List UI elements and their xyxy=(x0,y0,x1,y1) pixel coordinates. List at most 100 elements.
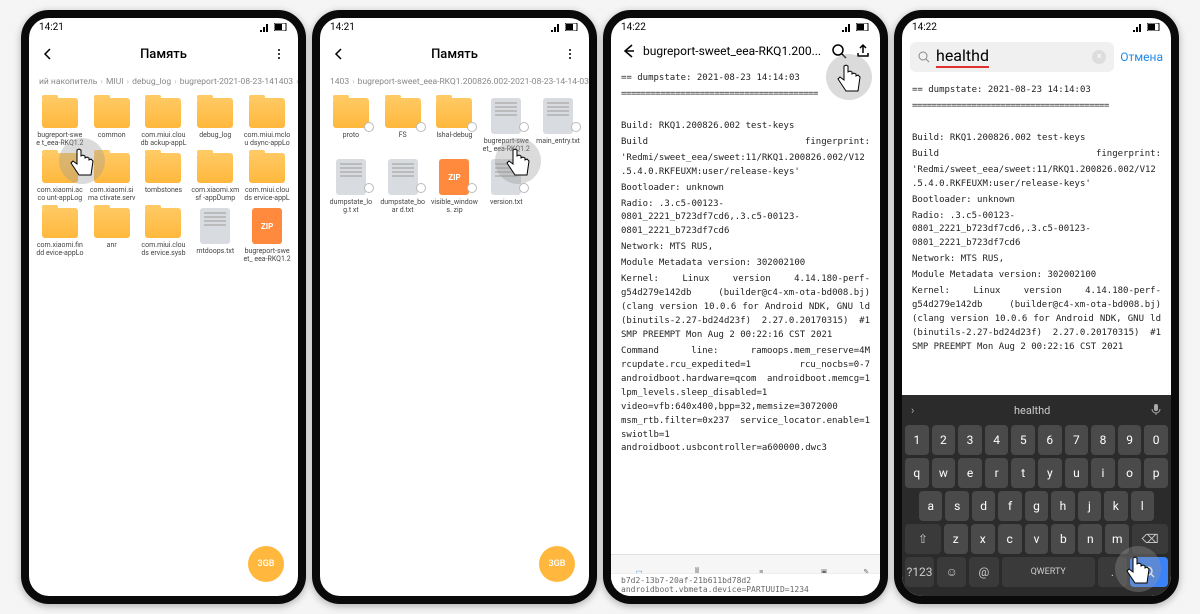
key[interactable]: e xyxy=(958,458,982,488)
key[interactable]: 7 xyxy=(1065,425,1089,455)
search-key[interactable] xyxy=(1130,557,1168,587)
key[interactable]: k xyxy=(1104,491,1127,521)
search-input[interactable]: healthd xyxy=(936,46,989,68)
status-bar: 14:21 xyxy=(29,18,298,36)
key[interactable]: a xyxy=(919,491,942,521)
key[interactable]: m xyxy=(1105,524,1129,554)
select-radio[interactable] xyxy=(519,122,529,132)
key[interactable]: @ xyxy=(969,557,998,587)
file-item[interactable]: ZIPvisible_windows. zip xyxy=(430,159,480,214)
more-icon[interactable] xyxy=(270,45,288,63)
key[interactable]: 9 xyxy=(1118,425,1142,455)
mic-icon[interactable] xyxy=(1150,403,1162,418)
file-item[interactable]: dumpstate_log.t xt xyxy=(326,159,376,214)
key[interactable]: 4 xyxy=(985,425,1009,455)
share-icon[interactable] xyxy=(854,42,872,60)
file-item[interactable]: dumpstate_boar d.txt xyxy=(378,159,428,214)
breadcrumb[interactable]: 1403› bugreport-sweet_eea-RKQ1.200826.00… xyxy=(320,72,589,92)
key[interactable]: . xyxy=(1098,557,1127,587)
fab-storage[interactable]: 3GB xyxy=(539,546,575,582)
item-label: com.xiaomi.sima ctivate.service-a xyxy=(88,186,136,202)
select-radio[interactable] xyxy=(467,183,477,193)
key[interactable]: ☺ xyxy=(937,557,966,587)
key[interactable]: j xyxy=(1078,491,1101,521)
folder-item[interactable]: common xyxy=(87,98,137,147)
backspace-key[interactable]: ⌫ xyxy=(1132,524,1168,554)
page-title: Память xyxy=(348,47,561,62)
key[interactable]: b xyxy=(1051,524,1075,554)
file-item[interactable]: ZIPbugreport-sweet_ eea-RKQ1.20082 xyxy=(242,208,292,263)
select-radio[interactable] xyxy=(364,183,374,193)
txt-icon xyxy=(336,159,366,195)
folder-item[interactable]: com.miui.clouds ervice-appLog xyxy=(242,153,292,202)
key[interactable]: 1 xyxy=(905,425,929,455)
folder-item[interactable]: com.xiaomi.acco unt-appLog xyxy=(35,153,85,202)
key[interactable]: c xyxy=(998,524,1022,554)
folder-item[interactable]: lshal-debug xyxy=(430,98,480,153)
item-label: com.miui.clouds ervice.sysbase-a xyxy=(139,241,187,257)
select-radio[interactable] xyxy=(571,122,581,132)
file-item[interactable]: version.txt xyxy=(481,159,531,214)
back-icon[interactable] xyxy=(330,45,348,63)
cancel-link[interactable]: Отмена xyxy=(1120,50,1163,64)
folder-item[interactable]: com.xiaomi.xmsf -appDump xyxy=(190,153,240,202)
back-icon[interactable] xyxy=(39,45,57,63)
suggestion[interactable]: healthd xyxy=(914,404,1150,417)
key[interactable]: 8 xyxy=(1091,425,1115,455)
fab-storage[interactable]: 3GB xyxy=(248,546,284,582)
file-item[interactable]: mtdoops.txt xyxy=(190,208,240,263)
select-radio[interactable] xyxy=(519,183,529,193)
key[interactable]: i xyxy=(1091,458,1115,488)
key[interactable]: v xyxy=(1025,524,1049,554)
key[interactable]: 0 xyxy=(1144,425,1168,455)
folder-item[interactable]: com.miui.mclou dsync-appLog xyxy=(242,98,292,147)
breadcrumb[interactable]: ий накопитель› MIUI› debug_log› bugrepor… xyxy=(29,72,298,92)
folder-item[interactable]: anr xyxy=(87,208,137,263)
folder-item[interactable]: com.miui.clouds ervice.sysbase-a xyxy=(139,208,189,263)
key[interactable]: o xyxy=(1118,458,1142,488)
key[interactable]: n xyxy=(1078,524,1102,554)
key[interactable]: u xyxy=(1065,458,1089,488)
key[interactable]: r xyxy=(985,458,1009,488)
space-key[interactable]: QWERTY xyxy=(1002,557,1095,587)
folder-icon xyxy=(333,98,369,128)
key[interactable]: 5 xyxy=(1011,425,1035,455)
search-icon[interactable] xyxy=(830,42,848,60)
key[interactable]: q xyxy=(905,458,929,488)
select-radio[interactable] xyxy=(416,122,426,132)
key[interactable]: z xyxy=(944,524,968,554)
select-radio[interactable] xyxy=(416,183,426,193)
item-label: version.txt xyxy=(482,198,530,206)
folder-item[interactable]: FS xyxy=(378,98,428,153)
key[interactable]: h xyxy=(1051,491,1074,521)
clear-icon[interactable]: × xyxy=(1092,50,1106,64)
folder-item[interactable]: tombstones xyxy=(139,153,189,202)
key[interactable]: p xyxy=(1144,458,1168,488)
folder-item[interactable]: com.xiaomi.findd evice-appLog xyxy=(35,208,85,263)
key[interactable]: d xyxy=(972,491,995,521)
key[interactable]: x xyxy=(971,524,995,554)
key[interactable]: 6 xyxy=(1038,425,1062,455)
key[interactable]: y xyxy=(1038,458,1062,488)
shift-key[interactable]: ⇧ xyxy=(905,524,941,554)
key[interactable]: ?123 xyxy=(905,557,934,587)
key[interactable]: w xyxy=(932,458,956,488)
key[interactable]: 3 xyxy=(958,425,982,455)
key[interactable]: 2 xyxy=(932,425,956,455)
more-icon[interactable] xyxy=(561,45,579,63)
key[interactable]: s xyxy=(945,491,968,521)
folder-item[interactable]: com.miui.cloudb ackup-appLog xyxy=(139,98,189,147)
key[interactable]: f xyxy=(998,491,1021,521)
folder-item[interactable]: bugreport-swee t_eea-RKQ1.2008 xyxy=(35,98,85,147)
file-item[interactable]: bugreport-sweet_ eea-RKQ1.20082 xyxy=(481,98,531,153)
folder-item[interactable]: debug_log xyxy=(190,98,240,147)
key[interactable]: l xyxy=(1131,491,1154,521)
folder-item[interactable]: proto xyxy=(326,98,376,153)
folder-item[interactable]: com.xiaomi.sima ctivate.service-a xyxy=(87,153,137,202)
key[interactable]: t xyxy=(1011,458,1035,488)
file-item[interactable]: main_entry.txt xyxy=(533,98,583,153)
select-radio[interactable] xyxy=(364,122,374,132)
key[interactable]: g xyxy=(1025,491,1048,521)
back-icon[interactable] xyxy=(619,42,637,60)
page-title: Память xyxy=(57,47,270,62)
